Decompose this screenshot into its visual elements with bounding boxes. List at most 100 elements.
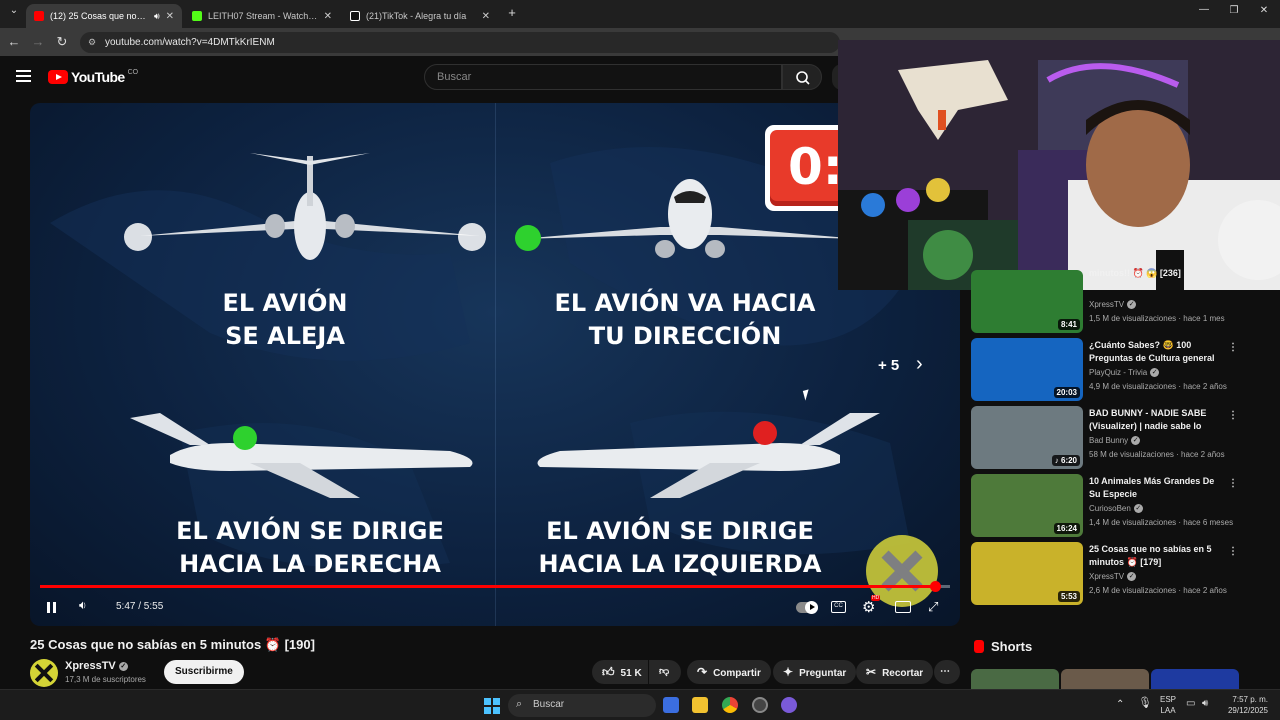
recommendation-channel[interactable]: XpressTV ✓: [1089, 572, 1137, 582]
volume-icon[interactable]: 🔉︎: [79, 598, 87, 613]
speaker-icon[interactable]: 🔊︎: [154, 11, 160, 22]
video-thumbnail[interactable]: 8:41: [971, 270, 1083, 333]
scrubber-handle[interactable]: [929, 581, 941, 592]
tray-chevron-icon[interactable]: ⌃: [1116, 699, 1124, 710]
search-input[interactable]: Buscar: [424, 64, 782, 90]
new-tab-button[interactable]: +: [504, 5, 520, 20]
more-options-icon[interactable]: ⋮: [1228, 478, 1238, 489]
channel-name[interactable]: XpressTV ✓: [65, 660, 128, 672]
pause-icon[interactable]: [47, 602, 57, 613]
hamburger-menu-icon[interactable]: [16, 70, 31, 82]
subtitles-icon[interactable]: CC: [831, 601, 846, 613]
channel-avatar[interactable]: [30, 659, 58, 687]
recommendation-item[interactable]: 16:24 10 Animales Más Grandes De Su Espec…: [970, 474, 1240, 538]
taskbar-search-label: Buscar: [533, 699, 565, 710]
recommendation-title[interactable]: 25 Cosas que no sabías en 5 minutos ⏰ [1…: [1089, 543, 1221, 569]
recommendation-title[interactable]: ¿Cuánto Sabes? 🤓 100 Preguntas de Cultur…: [1089, 339, 1221, 365]
youtube-logo[interactable]: YouTube CO: [48, 69, 138, 85]
fullscreen-icon[interactable]: ⤢: [928, 599, 938, 615]
short-thumbnail[interactable]: [971, 669, 1059, 689]
subscribe-button[interactable]: Suscribirme: [164, 660, 244, 684]
share-button[interactable]: ↷ Compartir: [687, 660, 771, 684]
recommendation-item[interactable]: 8:41 minutos!! ⏰ 😱 [236] XpressTV ✓ 1,5 M de…: [970, 267, 1240, 334]
dislike-button[interactable]: 👎︎: [649, 660, 681, 684]
network-icon[interactable]: ▭: [1186, 698, 1195, 709]
clock[interactable]: 7:57 p. m. 29/12/2025: [1224, 694, 1268, 716]
ask-label: Preguntar: [799, 668, 847, 679]
recommendation-meta: 1,4 M de visualizaciones · hace 6 meses: [1089, 518, 1234, 527]
short-thumbnail[interactable]: [1151, 669, 1239, 689]
tab-kick[interactable]: LEITH07 Stream - Watch Live o ✕: [184, 4, 340, 28]
shorts-header: Shorts: [974, 639, 1032, 654]
reload-icon[interactable]: ↻: [54, 34, 70, 50]
recommendation-item[interactable]: 5:53 25 Cosas que no sabías en 5 minutos …: [970, 542, 1240, 606]
chevron-right-icon[interactable]: ›: [916, 353, 923, 376]
video-player[interactable]: EL AVIÓN SE ALEJA EL AVIÓN VA HACIA TU D…: [30, 103, 960, 626]
clock-date: 29/12/2025: [1227, 706, 1268, 715]
search-button[interactable]: [782, 64, 822, 90]
tab-title: (12) 25 Cosas que no sabías: [50, 11, 148, 21]
verified-icon: ✓: [1150, 368, 1160, 378]
file-explorer-icon[interactable]: [692, 697, 708, 713]
short-thumbnail[interactable]: [1061, 669, 1149, 689]
microphone-icon[interactable]: 🎙︎: [1138, 698, 1152, 709]
progress-bar[interactable]: [40, 581, 950, 592]
settings-gear-icon[interactable]: ⚙ HD: [862, 595, 881, 616]
like-button[interactable]: 👍︎ 51 K: [592, 660, 648, 684]
recommendation-item[interactable]: ♪ 6:20 BAD BUNNY - NADIE SABE (Visualizer…: [970, 406, 1240, 470]
obs-icon[interactable]: [781, 697, 797, 713]
tab-youtube[interactable]: (12) 25 Cosas que no sabías 🔊︎ ✕: [26, 4, 182, 28]
back-icon[interactable]: ←: [6, 34, 22, 49]
autoplay-toggle[interactable]: [796, 601, 818, 614]
video-thumbnail[interactable]: 5:53: [971, 542, 1083, 605]
recommendation-channel[interactable]: PlayQuiz - Trivia ✓: [1089, 368, 1160, 378]
recommendation-meta: 4,9 M de visualizaciones · hace 2 años: [1089, 382, 1227, 391]
video-thumbnail[interactable]: 20:03: [971, 338, 1083, 401]
search-icon: ⌕: [516, 698, 523, 710]
theater-mode-icon[interactable]: [895, 601, 911, 613]
video-thumbnail[interactable]: ♪ 6:20: [971, 406, 1083, 469]
recommendation-meta: 58 M de visualizaciones · hace 2 años: [1089, 450, 1225, 459]
recommendation-item[interactable]: 20:03 ¿Cuánto Sabes? 🤓 100 Preguntas de C…: [970, 338, 1240, 402]
plus-5-label[interactable]: + 5: [878, 357, 899, 374]
recommendation-channel[interactable]: CuriosoBen ✓: [1089, 504, 1143, 514]
youtube-play-icon: [48, 70, 68, 84]
tab-tiktok[interactable]: (21)TikTok - Alegra tu día ✕: [342, 4, 498, 28]
restore-icon[interactable]: ❐: [1226, 5, 1242, 16]
recommendation-channel[interactable]: Bad Bunny ✓: [1089, 436, 1141, 446]
store-icon[interactable]: [663, 697, 679, 713]
close-tab-icon[interactable]: ✕: [324, 11, 332, 22]
windows-taskbar: ⌕ Buscar ⌃ 🎙︎ ESP LAA ▭ 🔊︎ 7:57 p. m. 29/12…: [0, 689, 1280, 720]
recommendation-title[interactable]: BAD BUNNY - NADIE SABE (Visualizer) | na…: [1089, 407, 1221, 433]
recommendation-title[interactable]: minutos!! ⏰ 😱 [236]: [1089, 267, 1221, 280]
close-tab-icon[interactable]: ✕: [166, 11, 174, 22]
tab-title: (21)TikTok - Alegra tu día: [366, 11, 467, 21]
site-info-icon[interactable]: ⚙: [88, 37, 96, 48]
chrome-icon[interactable]: [722, 697, 738, 713]
language-indicator[interactable]: ESP LAA: [1160, 694, 1176, 716]
ask-button[interactable]: ✦ Preguntar: [773, 660, 857, 684]
forward-icon[interactable]: →: [30, 34, 46, 49]
video-thumbnail[interactable]: 16:24: [971, 474, 1083, 537]
minimize-icon[interactable]: —: [1196, 4, 1212, 15]
share-icon: ↷: [697, 665, 708, 679]
lang-top: ESP: [1160, 695, 1177, 704]
tab-title: LEITH07 Stream - Watch Live o: [208, 11, 318, 21]
app-icon[interactable]: [752, 697, 768, 713]
windows-start-icon[interactable]: [484, 698, 500, 714]
recommendation-channel[interactable]: XpressTV ✓: [1089, 300, 1137, 310]
close-window-icon[interactable]: ✕: [1256, 5, 1272, 16]
close-tab-icon[interactable]: ✕: [482, 11, 490, 22]
youtube-favicon-icon: [34, 11, 44, 21]
url-field[interactable]: ⚙ youtube.com/watch?v=4DMTkKrIENM: [80, 32, 840, 53]
more-actions-button[interactable]: ⋯: [934, 660, 960, 684]
clip-button[interactable]: ✂ Recortar: [856, 660, 934, 684]
tiktok-favicon-icon: [350, 11, 360, 21]
more-options-icon[interactable]: ⋮: [1228, 342, 1238, 353]
volume-tray-icon[interactable]: 🔊︎: [1202, 698, 1208, 709]
more-options-icon[interactable]: ⋮: [1228, 546, 1238, 557]
more-options-icon[interactable]: ⋮: [1228, 410, 1238, 421]
taskbar-search[interactable]: ⌕ Buscar: [508, 694, 656, 717]
tab-search-icon[interactable]: ⌄: [6, 5, 22, 16]
recommendation-title[interactable]: 10 Animales Más Grandes De Su Especie: [1089, 475, 1221, 501]
